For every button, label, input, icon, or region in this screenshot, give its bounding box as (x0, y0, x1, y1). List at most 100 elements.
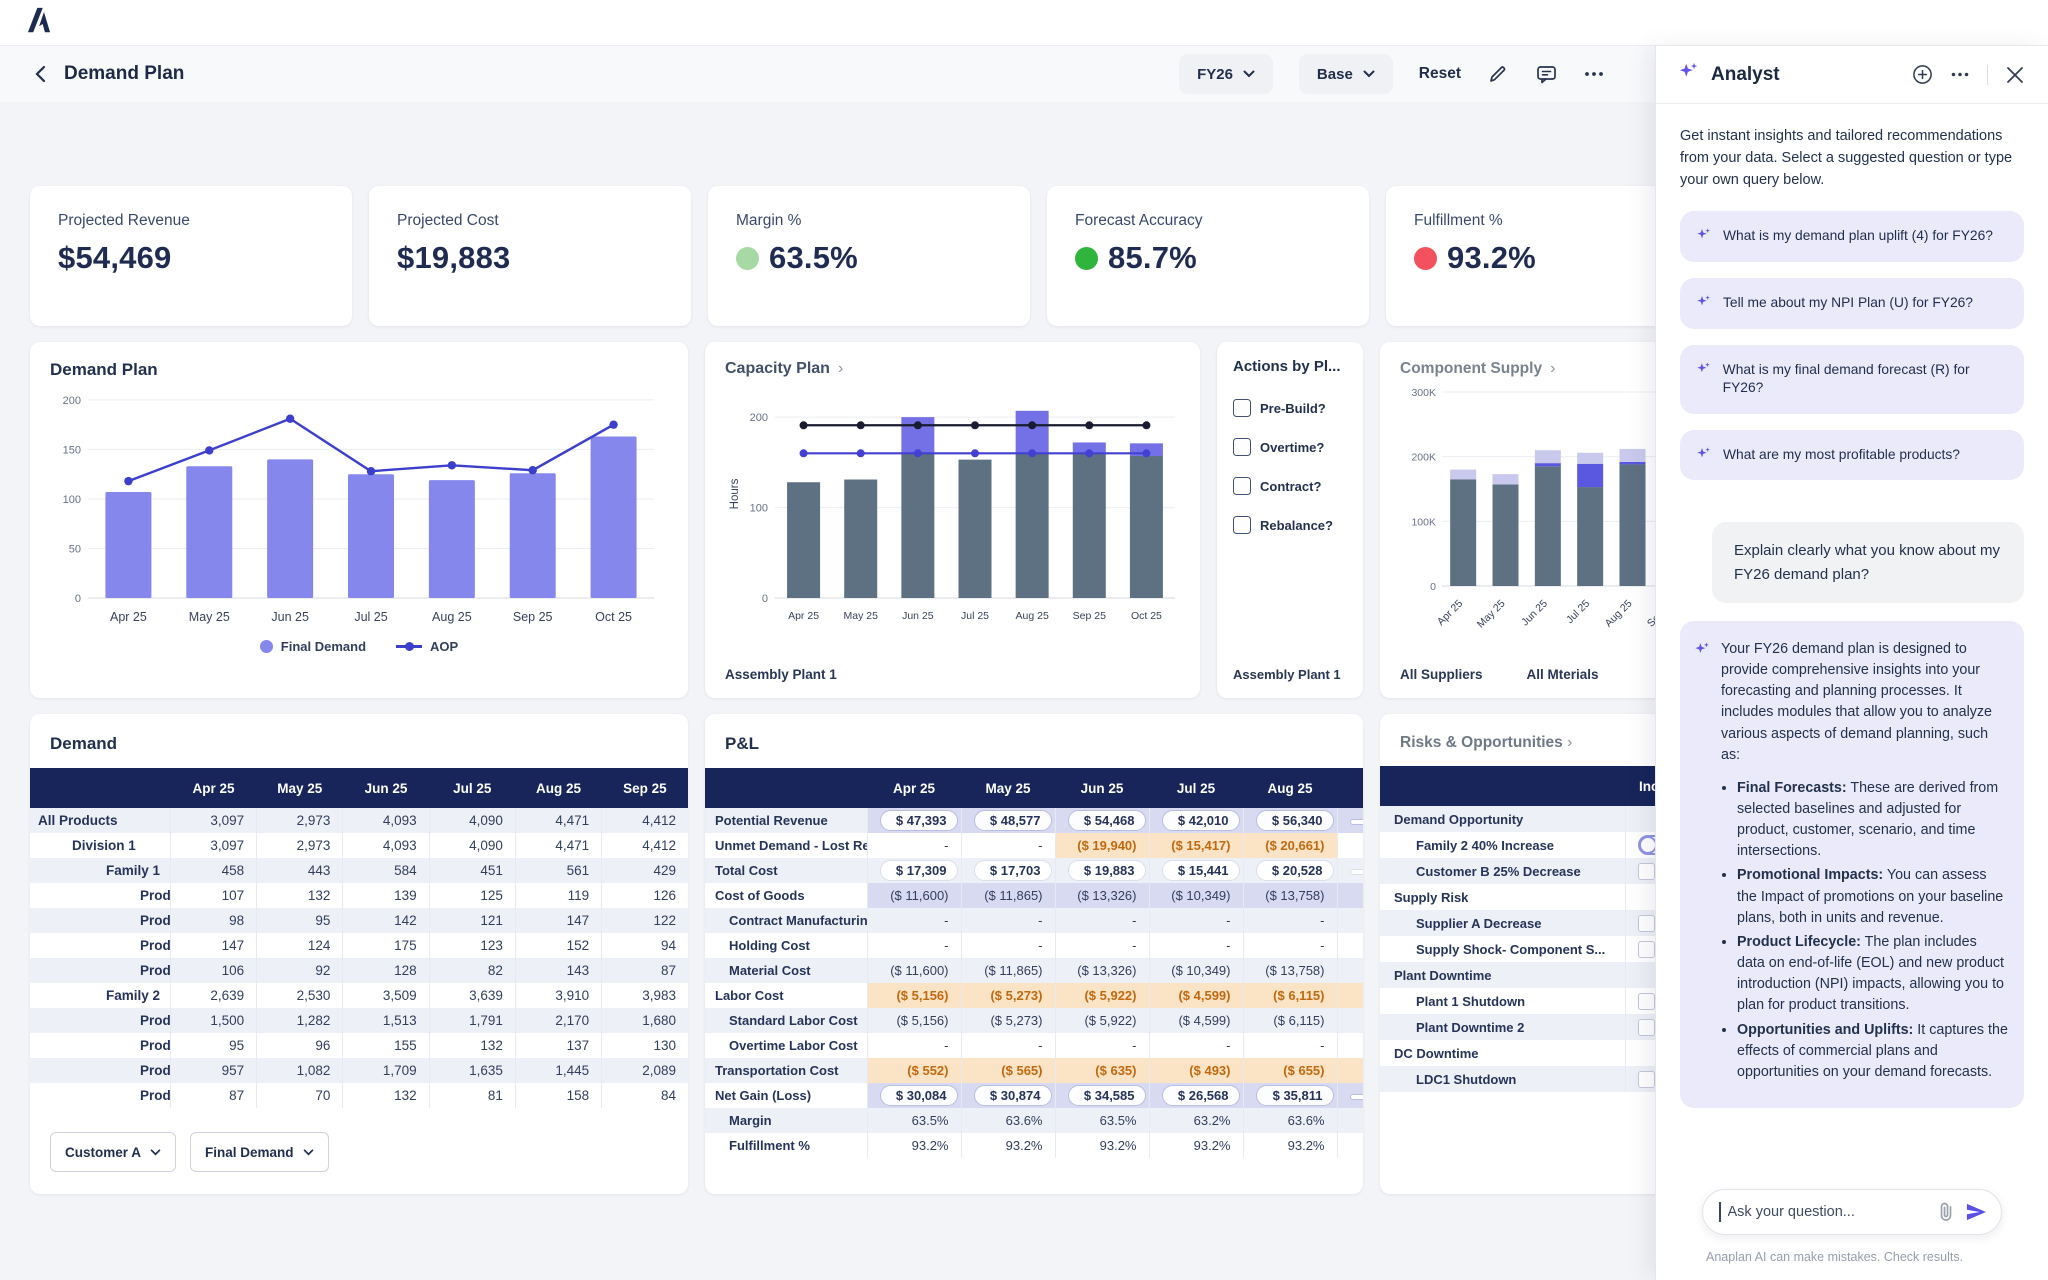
cell-value[interactable]: ($ 10,349) (1149, 958, 1243, 983)
checkbox-icon[interactable] (1638, 915, 1655, 932)
fiscal-year-dropdown[interactable]: FY26 (1179, 54, 1273, 94)
table-row[interactable]: Supply Risk (1380, 884, 1655, 910)
cell-value[interactable]: - (961, 933, 1055, 958)
table-row[interactable]: Supplier A Decrease (1380, 910, 1655, 936)
action-checkbox[interactable]: Pre-Build? (1233, 399, 1351, 417)
cell-value[interactable]: ($ 20,661) (1243, 833, 1337, 858)
cell-value[interactable]: 4,090 (429, 808, 515, 833)
cell-value[interactable]: 107 (170, 883, 256, 908)
cell-value[interactable]: 96 (257, 1033, 343, 1058)
include-cell[interactable] (1625, 1066, 1655, 1092)
table-filter-dropdown[interactable]: Final Demand (190, 1132, 329, 1172)
cell-value[interactable]: 155 (343, 1033, 429, 1058)
cell-value[interactable]: - (961, 833, 1055, 858)
cell-value[interactable]: $ 42,010 (1149, 808, 1243, 833)
cell-value[interactable]: 4,412 (602, 833, 688, 858)
cell-value[interactable]: 81 (429, 1083, 515, 1108)
suggested-question[interactable]: What is my demand plan uplift (4) for FY… (1680, 211, 2024, 262)
table-row[interactable]: Holding Cost----- (705, 933, 1363, 958)
cell-value[interactable]: 126 (602, 883, 688, 908)
cell-value[interactable]: 4,471 (515, 833, 601, 858)
cell-value[interactable]: 1,709 (343, 1058, 429, 1083)
table-row[interactable]: Product 887701328115884 (30, 1083, 688, 1108)
cell-value[interactable]: 1,082 (257, 1058, 343, 1083)
cell-value[interactable]: 175 (343, 933, 429, 958)
cell-value[interactable]: ($ 13,326) (1055, 883, 1149, 908)
table-row[interactable]: DC Downtime (1380, 1040, 1655, 1066)
cell-value[interactable]: ($ 6,115) (1243, 1008, 1337, 1033)
chart-title[interactable]: Component Supply› (1400, 360, 1655, 378)
cell-value[interactable]: 2,530 (257, 983, 343, 1008)
table-row[interactable]: Margin63.5%63.6%63.5%63.2%63.6% (705, 1108, 1363, 1133)
table-row[interactable]: Plant Downtime 2 (1380, 1014, 1655, 1040)
cell-value[interactable]: 3,983 (602, 983, 688, 1008)
cell-value[interactable]: 147 (170, 933, 256, 958)
cell-value[interactable]: - (1149, 933, 1243, 958)
table-row[interactable]: Product 4106921288214387 (30, 958, 688, 983)
cell-value[interactable]: 93.2% (961, 1133, 1055, 1158)
cell-value[interactable]: 2,170 (515, 1008, 601, 1033)
cell-value[interactable]: 119 (515, 883, 601, 908)
cell-value[interactable]: - (1243, 1033, 1337, 1058)
include-cell[interactable] (1625, 1040, 1655, 1066)
cell-value[interactable] (1337, 933, 1363, 958)
include-cell[interactable] (1625, 858, 1655, 884)
cell-value[interactable]: 1,500 (170, 1008, 256, 1033)
cell-value[interactable]: ($ 15,417) (1149, 833, 1243, 858)
cell-value[interactable]: - (961, 1033, 1055, 1058)
table-row[interactable]: Family 22,6392,5303,5093,6393,9103,983 (30, 983, 688, 1008)
cell-value[interactable]: 1,513 (343, 1008, 429, 1033)
cell-value[interactable]: - (1055, 1033, 1149, 1058)
cell-value[interactable] (1337, 983, 1363, 1008)
table-row[interactable]: Product 314712417512315294 (30, 933, 688, 958)
cell-value[interactable]: ($ 6,115) (1243, 983, 1337, 1008)
include-cell[interactable] (1625, 1014, 1655, 1040)
cell-value[interactable]: 87 (170, 1083, 256, 1108)
cell-value[interactable]: 132 (429, 1033, 515, 1058)
cell-value[interactable]: 4,412 (602, 808, 688, 833)
cell-value[interactable]: $ 26,568 (1149, 1083, 1243, 1108)
cell-value[interactable] (1337, 1058, 1363, 1083)
include-cell[interactable] (1625, 910, 1655, 936)
cell-value[interactable]: $ 48,577 (961, 808, 1055, 833)
action-checkbox[interactable]: Contract? (1233, 477, 1351, 495)
cell-value[interactable]: 1,282 (257, 1008, 343, 1033)
cell-value[interactable]: 93.2% (867, 1133, 961, 1158)
cell-value[interactable]: 98 (170, 908, 256, 933)
table-row[interactable]: Potential Revenue$ 47,393$ 48,577$ 54,46… (705, 808, 1363, 833)
cell-value[interactable]: - (1149, 1033, 1243, 1058)
table-row[interactable]: Transportation Cost($ 552)($ 565)($ 635)… (705, 1058, 1363, 1083)
cell-value[interactable]: ($ 552) (867, 1058, 961, 1083)
cell-value[interactable]: 561 (515, 858, 601, 883)
checkbox-icon[interactable] (1638, 863, 1655, 880)
cell-value[interactable]: 158 (515, 1083, 601, 1108)
cell-value[interactable] (1337, 1108, 1363, 1133)
include-cell[interactable] (1625, 988, 1655, 1014)
cell-value[interactable]: ($ 565) (961, 1058, 1055, 1083)
cell-value[interactable]: 4,093 (343, 808, 429, 833)
cell-value[interactable]: 2,973 (257, 833, 343, 858)
panel-more-options-icon[interactable] (1949, 64, 1971, 86)
cell-value[interactable]: 3,509 (343, 983, 429, 1008)
cell-value[interactable]: 3,097 (170, 833, 256, 858)
cell-value[interactable] (1337, 883, 1363, 908)
table-row[interactable]: Plant 1 Shutdown (1380, 988, 1655, 1014)
table-row[interactable]: Net Gain (Loss)$ 30,084$ 30,874$ 34,585$… (705, 1083, 1363, 1108)
table-row[interactable]: Unmet Demand - Lost Revenue--($ 19,940)(… (705, 833, 1363, 858)
table-row[interactable]: Supply Shock- Component S... (1380, 936, 1655, 962)
cell-value[interactable]: $ 54,468 (1055, 808, 1149, 833)
cell-value[interactable]: 130 (602, 1033, 688, 1058)
cell-value[interactable]: 4,090 (429, 833, 515, 858)
cell-value[interactable]: ($ 11,600) (867, 883, 961, 908)
cell-value[interactable]: - (1243, 933, 1337, 958)
cell-value[interactable]: 584 (343, 858, 429, 883)
cell-value[interactable]: 121 (429, 908, 515, 933)
cell-value[interactable]: ($ 19,940) (1055, 833, 1149, 858)
table-row[interactable]: All Products3,0972,9734,0934,0904,4714,4… (30, 808, 688, 833)
cell-value[interactable]: $ 35,811 (1243, 1083, 1337, 1108)
cell-value[interactable]: 70 (257, 1083, 343, 1108)
cell-value[interactable]: ($ 13,326) (1055, 958, 1149, 983)
cell-value[interactable]: 443 (257, 858, 343, 883)
cell-value[interactable] (1337, 908, 1363, 933)
cell-value[interactable]: ($ 13,758) (1243, 883, 1337, 908)
